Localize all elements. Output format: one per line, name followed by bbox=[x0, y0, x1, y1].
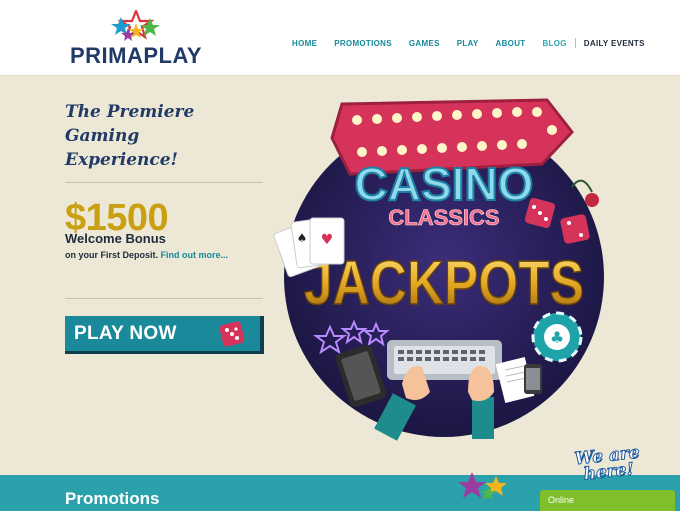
decorative-stars-icon bbox=[458, 472, 507, 500]
logo-text: PRIMAPLAY bbox=[70, 43, 203, 68]
art-classics-text: CLASSICS bbox=[388, 205, 499, 230]
live-chat-tab[interactable]: Online bbox=[540, 490, 675, 511]
bonus-label: Welcome Bonus bbox=[65, 231, 166, 246]
nav-promotions[interactable]: PROMOTIONS bbox=[334, 39, 392, 48]
casino-jackpots-illustration: CASINO CLASSICS JACKPOTS ♥ ♠ ♣ bbox=[273, 98, 604, 441]
nav-blog[interactable]: BLOG bbox=[542, 39, 566, 48]
site-header: PRIMAPLAY HOME PROMOTIONS GAMES PLAY ABO… bbox=[0, 0, 680, 76]
poker-chip-icon: ♣ bbox=[531, 311, 583, 363]
nav-daily-events[interactable]: DAILY EVENTS bbox=[584, 39, 645, 48]
main-nav: HOME PROMOTIONS GAMES PLAY ABOUT BLOG DA… bbox=[292, 38, 645, 48]
hero-title: The Premiere Gaming Experience! bbox=[65, 100, 255, 172]
logo[interactable]: PRIMAPLAY bbox=[70, 10, 203, 68]
we-are-here-badge[interactable]: We are here! bbox=[568, 442, 648, 488]
divider-top bbox=[65, 182, 263, 183]
phone-icon bbox=[524, 364, 542, 394]
svg-text:♠: ♠ bbox=[297, 231, 308, 245]
hero-title-line-2: Gaming bbox=[65, 126, 140, 146]
we-are-here-text: We are here! bbox=[573, 442, 641, 485]
nav-separator bbox=[574, 38, 576, 48]
chat-status-label: Online bbox=[548, 495, 575, 505]
art-casino-text: CASINO bbox=[355, 158, 534, 210]
nav-about[interactable]: ABOUT bbox=[496, 39, 526, 48]
nav-games[interactable]: GAMES bbox=[409, 39, 440, 48]
nav-home[interactable]: HOME bbox=[292, 39, 317, 48]
hero-title-line-1: The Premiere bbox=[65, 102, 195, 122]
svg-text:♣: ♣ bbox=[550, 328, 564, 347]
play-now-button[interactable]: PLAY NOW bbox=[65, 316, 264, 354]
bonus-subtext: on your First Deposit. Find out more... bbox=[65, 250, 228, 260]
divider-bottom bbox=[65, 298, 263, 299]
bonus-subtext-text: on your First Deposit. bbox=[65, 250, 159, 260]
star-cluster-icon bbox=[111, 10, 160, 41]
play-now-label: PLAY NOW bbox=[74, 322, 177, 344]
svg-text:♥: ♥ bbox=[321, 232, 334, 248]
nav-play[interactable]: PLAY bbox=[457, 39, 479, 48]
art-jackpots-text: JACKPOTS bbox=[304, 249, 584, 318]
hero-title-line-3: Experience! bbox=[65, 150, 179, 170]
promotions-heading: Promotions bbox=[65, 489, 160, 508]
dice-icon bbox=[219, 321, 245, 347]
find-out-more-link[interactable]: Find out more... bbox=[161, 250, 229, 260]
